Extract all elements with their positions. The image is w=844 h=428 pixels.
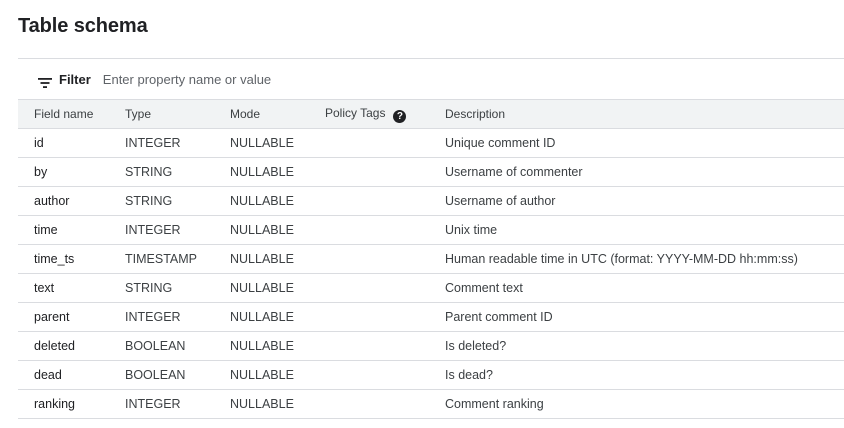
cell-policy-tags [309,128,429,158]
cell-type: TIMESTAMP [109,244,214,274]
filter-bar: Filter [18,58,844,99]
table-row: time INTEGER NULLABLE Unix time [18,215,844,245]
cell-mode: NULLABLE [214,302,309,332]
cell-description: Unix time [429,215,844,245]
cell-policy-tags [309,215,429,245]
cell-mode: NULLABLE [214,157,309,187]
cell-mode: NULLABLE [214,389,309,419]
cell-field-name: deleted [18,331,109,361]
cell-policy-tags [309,360,429,390]
cell-field-name: text [18,273,109,303]
cell-mode: NULLABLE [214,273,309,303]
cell-type: STRING [109,273,214,303]
cell-type: BOOLEAN [109,360,214,390]
cell-description: Username of author [429,186,844,216]
cell-policy-tags [309,186,429,216]
cell-description: Parent comment ID [429,302,844,332]
table-header-row: Field name Type Mode Policy Tags? Descri… [18,99,844,129]
cell-field-name: by [18,157,109,187]
cell-field-name: ranking [18,389,109,419]
help-icon[interactable]: ? [393,109,407,123]
column-header-policy-tags-label: Policy Tags [325,105,386,120]
cell-mode: NULLABLE [214,186,309,216]
cell-mode: NULLABLE [214,360,309,390]
cell-type: INTEGER [109,215,214,245]
table-row: dead BOOLEAN NULLABLE Is dead? [18,360,844,390]
table-row: id INTEGER NULLABLE Unique comment ID [18,128,844,158]
cell-description: Is dead? [429,360,844,390]
column-header-mode: Mode [214,99,309,129]
cell-description: Comment text [429,273,844,303]
table-row: parent INTEGER NULLABLE Parent comment I… [18,302,844,332]
table-row: time_ts TIMESTAMP NULLABLE Human readabl… [18,244,844,274]
cell-mode: NULLABLE [214,215,309,245]
cell-field-name: author [18,186,109,216]
cell-description: Unique comment ID [429,128,844,158]
cell-policy-tags [309,302,429,332]
schema-table: Field name Type Mode Policy Tags? Descri… [18,99,844,419]
cell-mode: NULLABLE [214,331,309,361]
table-row: deleted BOOLEAN NULLABLE Is deleted? [18,331,844,361]
column-header-type: Type [109,99,214,129]
cell-field-name: time [18,215,109,245]
column-header-field-name: Field name [18,99,109,129]
cell-field-name: id [18,128,109,158]
cell-type: STRING [109,157,214,187]
column-header-description: Description [429,99,844,129]
cell-type: BOOLEAN [109,331,214,361]
cell-type: STRING [109,186,214,216]
cell-mode: NULLABLE [214,128,309,158]
cell-type: INTEGER [109,128,214,158]
filter-list-icon [38,75,52,88]
cell-description: Human readable time in UTC (format: YYYY… [429,244,844,274]
table-row: ranking INTEGER NULLABLE Comment ranking [18,389,844,419]
page-title: Table schema [18,15,148,37]
cell-policy-tags [309,157,429,187]
cell-description: Comment ranking [429,389,844,419]
column-header-policy-tags: Policy Tags? [309,99,429,129]
cell-field-name: dead [18,360,109,390]
cell-mode: NULLABLE [214,244,309,274]
filter-button[interactable]: Filter [38,65,91,93]
cell-field-name: parent [18,302,109,332]
table-row: by STRING NULLABLE Username of commenter [18,157,844,187]
cell-field-name: time_ts [18,244,109,274]
cell-policy-tags [309,244,429,274]
cell-type: INTEGER [109,389,214,419]
table-row: author STRING NULLABLE Username of autho… [18,186,844,216]
cell-description: Is deleted? [429,331,844,361]
cell-description: Username of commenter [429,157,844,187]
cell-policy-tags [309,389,429,419]
cell-policy-tags [309,273,429,303]
cell-type: INTEGER [109,302,214,332]
cell-policy-tags [309,331,429,361]
filter-label: Filter [59,71,91,87]
filter-input[interactable] [102,71,503,87]
table-row: text STRING NULLABLE Comment text [18,273,844,303]
